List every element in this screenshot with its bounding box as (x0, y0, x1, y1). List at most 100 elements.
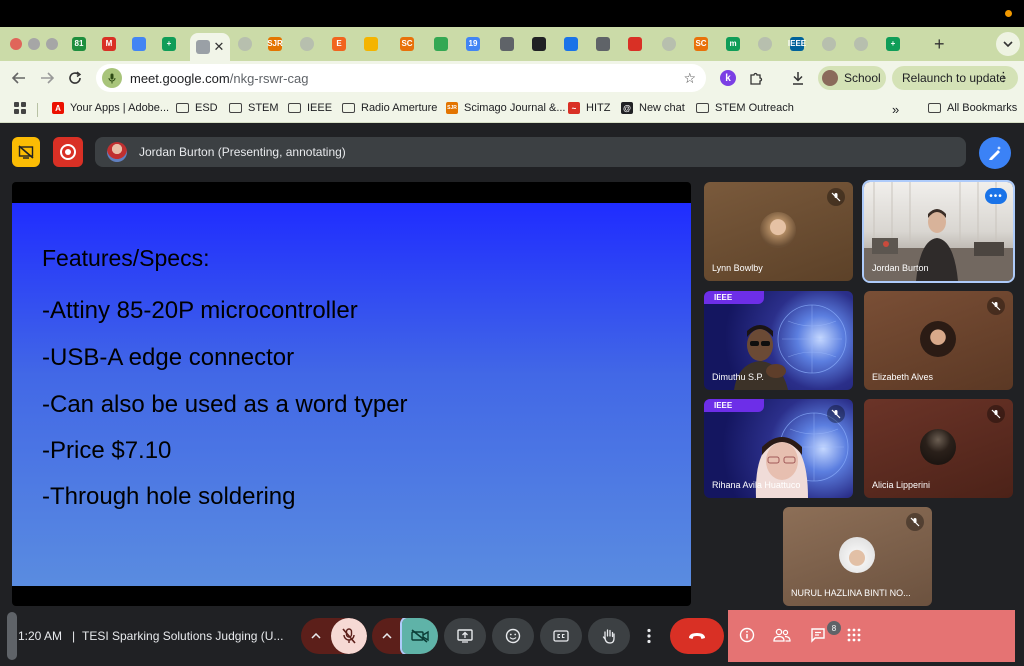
back-button[interactable] (8, 67, 30, 89)
browser-tab[interactable]: ✕ (190, 33, 230, 61)
activities-button[interactable] (843, 624, 865, 646)
participant-name: Rihana Avila Huattuco (712, 480, 801, 490)
browser-tab[interactable] (752, 33, 778, 55)
browser-tab[interactable] (126, 33, 152, 55)
address-bar[interactable]: meet.google.com/nkg-rswr-cag ☆ (96, 64, 706, 92)
browser-tab[interactable]: m (720, 33, 746, 55)
bookmark-item[interactable]: STEM (229, 102, 279, 114)
bookmark-item[interactable]: IEEE (288, 102, 332, 114)
browser-tab[interactable] (494, 33, 520, 55)
window-zoom-control[interactable] (46, 38, 58, 50)
url-path: /nkg-rswr-cag (229, 70, 309, 86)
apps-grid-icon[interactable] (14, 102, 26, 114)
mic-in-use-icon[interactable] (102, 68, 122, 88)
participant-tile-active-speaker[interactable]: ••• Jordan Burton (862, 180, 1015, 283)
google-docs-icon (132, 37, 146, 51)
bookmark-item[interactable]: A Your Apps | Adobe... (52, 102, 169, 114)
more-options-button[interactable]: ••• (985, 188, 1007, 204)
meeting-details-button[interactable] (736, 624, 758, 646)
browser-tab[interactable]: 19 (460, 33, 486, 55)
bookmark-item[interactable]: @ New chat (621, 102, 685, 114)
forward-button[interactable] (36, 67, 58, 89)
people-button[interactable]: 8 (771, 621, 841, 646)
side-panel-handle[interactable] (7, 612, 17, 660)
new-tab-button[interactable]: + (934, 34, 945, 55)
browser-tab[interactable] (428, 33, 454, 55)
slide-bullet: -USB-A edge connector (42, 344, 295, 371)
participant-tile[interactable]: IEEE Dimuthu S.P. (704, 291, 853, 390)
folder-icon (288, 103, 301, 113)
captions-button[interactable] (540, 618, 582, 654)
browser-tab[interactable]: + (156, 33, 182, 55)
arrow-right-icon (41, 72, 54, 84)
browser-tab[interactable] (294, 33, 320, 55)
more-vertical-icon[interactable]: ⋮ (997, 69, 1010, 85)
browser-tab[interactable] (358, 33, 384, 55)
browser-tab[interactable] (590, 33, 616, 55)
participant-tile[interactable]: NURUL HAZLINA BINTI NO... (783, 507, 932, 606)
browser-tab[interactable]: SC (394, 33, 420, 55)
more-options-button[interactable] (636, 618, 662, 654)
blank-icon (662, 37, 676, 51)
bookmark-item[interactable]: SJR Scimago Journal &... (446, 102, 566, 114)
browser-tab[interactable] (656, 33, 682, 55)
browser-tab[interactable] (526, 33, 552, 55)
reactions-button[interactable] (492, 618, 534, 654)
audio-controls (301, 618, 367, 654)
tab-search-button[interactable] (996, 32, 1020, 56)
camera-toggle-button[interactable] (400, 618, 438, 654)
browser-tab[interactable]: E (326, 33, 352, 55)
browser-tab[interactable]: + (880, 33, 906, 55)
browser-tab[interactable]: IEEE (784, 33, 810, 55)
profile-button[interactable]: School (818, 66, 886, 90)
hide-presentation-button[interactable] (12, 137, 40, 167)
bookmark-item[interactable]: Radio Amerture (342, 102, 437, 114)
browser-tab[interactable] (848, 33, 874, 55)
mic-off-icon (906, 513, 924, 531)
participant-tile[interactable]: IEEE Rihana Avila Huattuco (704, 399, 853, 498)
recording-button[interactable] (53, 137, 83, 167)
slide-bullet: -Can also be used as a word typer (42, 391, 408, 418)
browser-tab[interactable]: SC (688, 33, 714, 55)
browser-tab[interactable]: M (96, 33, 122, 55)
participant-tile[interactable]: Elizabeth Alves (864, 291, 1013, 390)
reload-button[interactable] (64, 67, 86, 89)
all-bookmarks-button[interactable]: All Bookmarks (928, 102, 1017, 114)
meeting-title: TESI Sparking Solutions Judging (U... (82, 629, 284, 643)
bookmarks-overflow-button[interactable]: » (892, 102, 899, 117)
extensions-puzzle-icon[interactable] (746, 68, 766, 88)
presenter-bar: Jordan Burton (Presenting, annotating) (95, 137, 966, 167)
audio-options-chevron-up-icon[interactable] (301, 618, 331, 654)
bookmark-star-icon[interactable]: ☆ (683, 70, 696, 87)
browser-tab[interactable]: 81 (66, 33, 92, 55)
download-icon[interactable] (788, 68, 808, 88)
browser-tab[interactable]: SJR (262, 33, 288, 55)
bookmark-label: IEEE (307, 102, 333, 114)
relaunch-button[interactable]: Relaunch to update ⋮ (892, 66, 1018, 90)
slides-icon (364, 37, 378, 51)
annotate-button[interactable] (979, 137, 1011, 169)
chat-button[interactable] (807, 624, 829, 646)
participant-tile[interactable]: Alicia Lipperini (864, 399, 1013, 498)
browser-tab[interactable] (622, 33, 648, 55)
mic-toggle-button[interactable] (331, 618, 367, 654)
google-sheets-plus-icon: + (162, 37, 176, 51)
participant-tile[interactable]: Lynn Bowlby (704, 182, 853, 281)
arrow-left-icon (12, 72, 25, 84)
present-screen-button[interactable] (444, 618, 486, 654)
bookmark-item[interactable]: ~ HITZ (568, 102, 610, 114)
bookmark-item[interactable]: STEM Outreach (696, 102, 794, 114)
extension-k-icon[interactable]: k (718, 68, 738, 88)
window-minimize-control[interactable] (28, 38, 40, 50)
bookmark-item[interactable]: ESD (176, 102, 218, 114)
browser-tab[interactable] (558, 33, 584, 55)
raise-hand-button[interactable] (588, 618, 630, 654)
video-options-chevron-up-icon[interactable] (372, 618, 402, 654)
system-bar (0, 0, 1024, 27)
close-tab-icon[interactable]: ✕ (214, 39, 225, 55)
window-close-control[interactable] (10, 38, 22, 50)
participant-name: NURUL HAZLINA BINTI NO... (791, 588, 911, 598)
leave-call-button[interactable] (670, 618, 724, 654)
browser-tab[interactable] (232, 33, 258, 55)
browser-tab[interactable] (816, 33, 842, 55)
